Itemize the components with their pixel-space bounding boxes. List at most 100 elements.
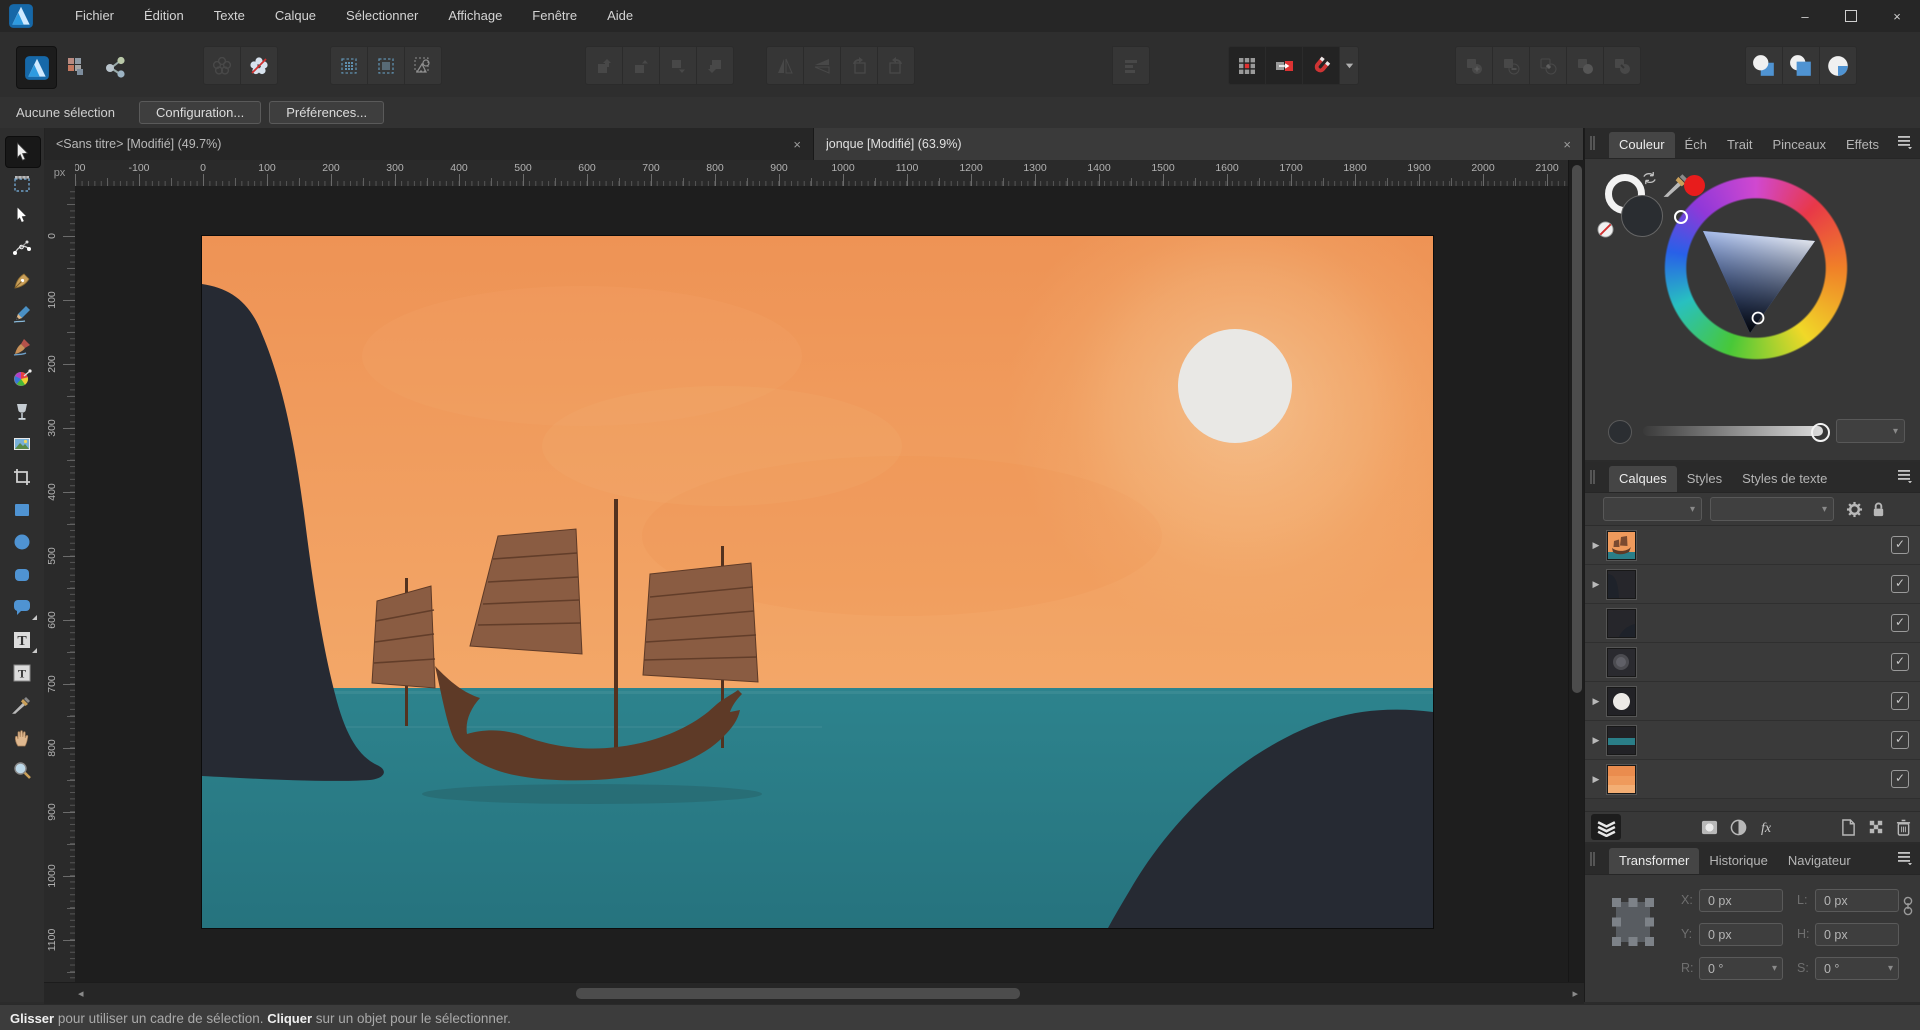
point-transform-tool[interactable] — [5, 234, 39, 264]
layer-row-courbe[interactable]: ▶ ✓ — [1585, 565, 1920, 604]
saturation-lightness-triangle[interactable] — [1663, 175, 1849, 361]
color-picker-tool[interactable] — [5, 690, 39, 720]
color-tab-trait[interactable]: Trait — [1717, 132, 1763, 158]
vertical-scrollbar[interactable] — [1568, 160, 1585, 982]
delete-layer-icon[interactable] — [1896, 819, 1911, 836]
move-tool[interactable] — [5, 136, 41, 168]
layer-expand-icon[interactable]: ▶ — [1585, 774, 1607, 785]
vertical-scrollbar-thumb[interactable] — [1572, 165, 1582, 693]
preferences-button[interactable]: Préférences... — [269, 101, 384, 124]
rounded-rectangle-tool[interactable] — [5, 560, 39, 590]
document-tab-2[interactable]: jonque [Modifié] (63.9%)× — [814, 128, 1584, 160]
layer-expand-icon[interactable]: ▶ — [1585, 696, 1607, 707]
layer-row-courbe[interactable]: ✓ — [1585, 604, 1920, 643]
canvas-viewport[interactable] — [75, 186, 1568, 982]
adjustment-layer-icon[interactable] — [1730, 819, 1747, 836]
layers-tab-calques[interactable]: Calques — [1609, 466, 1677, 492]
layers-tab-styles[interactable]: Styles — [1677, 466, 1732, 492]
window-minimize-button[interactable]: – — [1782, 0, 1828, 32]
grid-snap-button[interactable] — [368, 46, 405, 85]
node-tool[interactable] — [5, 201, 39, 231]
layer-visibility-checkbox[interactable]: ✓ — [1891, 692, 1909, 710]
grid-show-button[interactable] — [330, 46, 368, 85]
menu-fichier[interactable]: Fichier — [60, 0, 129, 32]
color-tab-couleur[interactable]: Couleur — [1609, 132, 1675, 158]
menu-edition[interactable]: Édition — [129, 0, 199, 32]
layer-visibility-checkbox[interactable]: ✓ — [1891, 731, 1909, 749]
menu-affichage[interactable]: Affichage — [433, 0, 517, 32]
layer-row-rectangle[interactable]: ▶ ✓ — [1585, 760, 1920, 799]
transform-field-s[interactable]: 0 °▾ — [1815, 957, 1899, 980]
no-fill-icon[interactable] — [1597, 221, 1614, 238]
swap-fill-stroke-icon[interactable] — [1641, 171, 1658, 186]
horizontal-scrollbar-thumb[interactable] — [576, 988, 1020, 999]
panel-menu-icon[interactable] — [1897, 135, 1913, 149]
transform-field-r[interactable]: 0 °▾ — [1699, 957, 1783, 980]
persona-designer-button[interactable] — [16, 46, 57, 89]
speech-bubble-tool[interactable] — [5, 592, 39, 622]
menu-texte[interactable]: Texte — [199, 0, 260, 32]
transparency-tool[interactable] — [5, 397, 39, 427]
new-layer-icon[interactable] — [1841, 819, 1856, 836]
layer-expand-icon[interactable]: ▶ — [1585, 735, 1607, 746]
scroll-right-arrow[interactable]: ▸ — [1572, 987, 1578, 1000]
transform-tab-navigateur[interactable]: Navigateur — [1778, 848, 1861, 874]
color-tab-pinceaux[interactable]: Pinceaux — [1762, 132, 1835, 158]
horizontal-scrollbar[interactable]: ◂ ▸ — [44, 982, 1584, 1005]
pixel-grid-red-button[interactable] — [1228, 46, 1266, 85]
layer-visibility-checkbox[interactable]: ✓ — [1891, 536, 1909, 554]
pencil-tool[interactable] — [5, 299, 39, 329]
layer-settings-gear-icon[interactable] — [1846, 501, 1863, 518]
fill-gradient-tool[interactable] — [5, 364, 39, 394]
transform-field-y[interactable]: 0 px — [1699, 923, 1783, 946]
place-image-tool[interactable] — [5, 429, 39, 459]
vector-crop-tool[interactable] — [5, 462, 39, 492]
layer-visibility-checkbox[interactable]: ✓ — [1891, 653, 1909, 671]
insert-inside-button[interactable] — [1820, 46, 1857, 85]
link-dimensions-icon[interactable] — [1903, 895, 1913, 917]
transform-tab-transformer[interactable]: Transformer — [1609, 848, 1699, 874]
rectangle-tool[interactable] — [5, 495, 39, 525]
menu-aide[interactable]: Aide — [592, 0, 648, 32]
new-pixel-layer-icon[interactable] — [1868, 819, 1884, 835]
layer-row-grouper[interactable]: ▶ ✓ — [1585, 526, 1920, 565]
frame-text-tool[interactable]: T — [5, 658, 39, 688]
grid-edit-button[interactable] — [405, 46, 442, 85]
assistant-flower-off-button[interactable] — [241, 46, 278, 85]
opacity-slider-knob[interactable] — [1811, 423, 1830, 442]
pen-tool[interactable] — [5, 266, 39, 296]
view-pan-tool[interactable] — [5, 723, 39, 753]
artistic-text-tool[interactable]: T — [5, 625, 39, 655]
color-tab-ech[interactable]: Éch — [1675, 132, 1717, 158]
layer-row-ellipse[interactable]: ▶ ✓ — [1585, 682, 1920, 721]
transform-field-x[interactable]: 0 px — [1699, 889, 1783, 912]
layer-effects-icon[interactable]: fx — [1759, 819, 1779, 835]
layer-lock-icon[interactable] — [1871, 501, 1886, 518]
layers-opacity-dropdown[interactable]: ▾ — [1603, 497, 1702, 521]
window-close-button[interactable]: × — [1874, 0, 1920, 32]
tab-close-icon[interactable]: × — [793, 137, 801, 152]
opacity-value-field[interactable]: ▾ — [1836, 419, 1905, 443]
caret-down-button[interactable] — [1340, 46, 1359, 85]
whole-pixel-red-button[interactable] — [1266, 46, 1303, 85]
document-tab-1[interactable]: <Sans titre> [Modifié] (49.7%)× — [44, 128, 814, 160]
vector-brush-tool[interactable] — [5, 332, 39, 362]
color-tab-effets[interactable]: Effets — [1836, 132, 1889, 158]
panel-menu-icon[interactable] — [1897, 851, 1913, 865]
layer-expand-icon[interactable]: ▶ — [1585, 540, 1607, 551]
persona-export-button[interactable] — [96, 46, 135, 87]
persona-pixel-button[interactable] — [57, 46, 96, 87]
layers-tab-styles-de-texte[interactable]: Styles de texte — [1732, 466, 1837, 492]
menu-fenetre[interactable]: Fenêtre — [517, 0, 592, 32]
layers-stack-icon[interactable] — [1591, 814, 1621, 840]
ellipse-tool[interactable] — [5, 527, 39, 557]
transform-tab-historique[interactable]: Historique — [1699, 848, 1778, 874]
transform-field-l[interactable]: 0 px — [1815, 889, 1899, 912]
scroll-left-arrow[interactable]: ◂ — [78, 987, 84, 1000]
panel-menu-icon[interactable] — [1897, 469, 1913, 483]
layer-visibility-checkbox[interactable]: ✓ — [1891, 575, 1909, 593]
transform-field-h[interactable]: 0 px — [1815, 923, 1899, 946]
insert-above-button[interactable] — [1783, 46, 1820, 85]
opacity-swatch[interactable] — [1608, 420, 1632, 444]
opacity-slider[interactable] — [1643, 426, 1823, 436]
